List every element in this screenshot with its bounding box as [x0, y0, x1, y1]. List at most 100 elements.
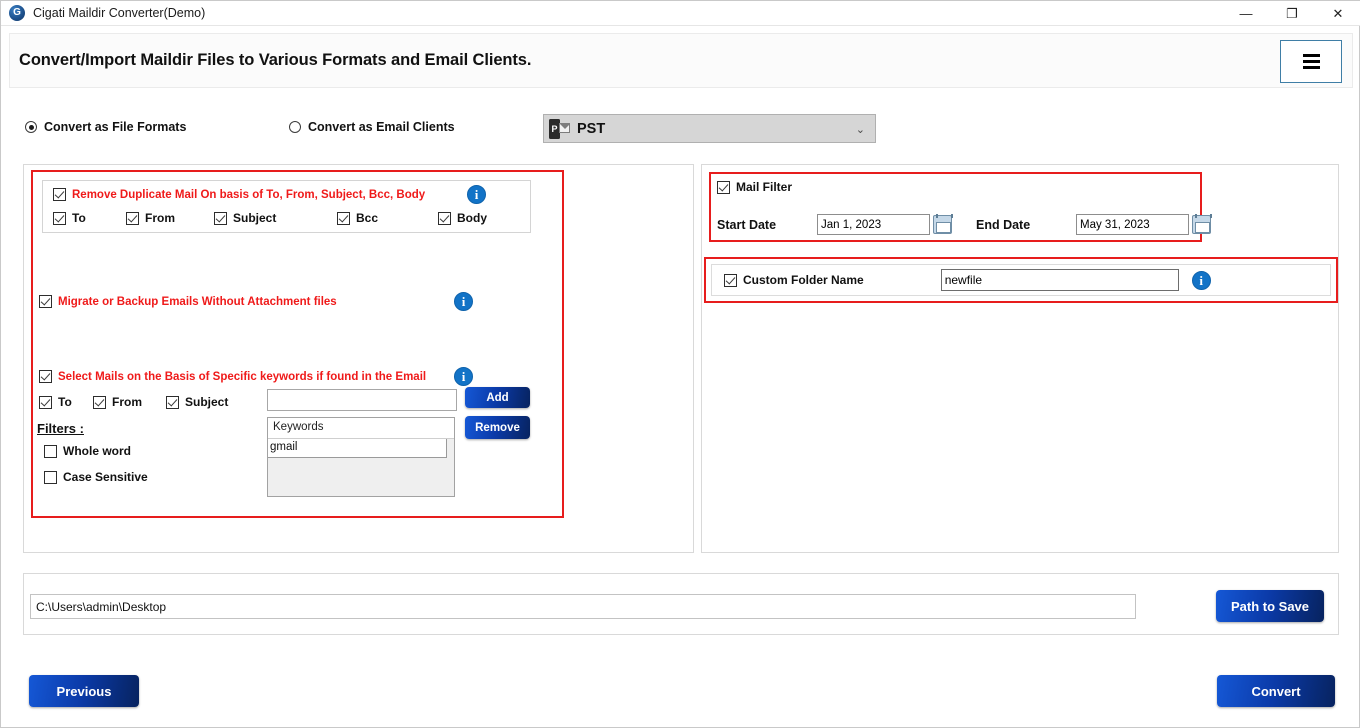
page-title: Convert/Import Maildir Files to Various …: [19, 51, 532, 69]
select-by-keywords-label: Select Mails on the Basis of Specific ke…: [58, 370, 427, 383]
keywords-info-icon[interactable]: i: [454, 367, 473, 386]
custom-folder-checkbox-box: [724, 273, 737, 287]
right-options-panel: Mail Filter Start Date End Date Custom F…: [701, 164, 1339, 553]
dup-field-to[interactable]: To: [53, 211, 126, 225]
application-window: G Cigati Maildir Converter(Demo) — ❐ ✕ C…: [0, 0, 1360, 728]
custom-folder-info-icon[interactable]: i: [1191, 270, 1211, 290]
custom-folder-checkbox[interactable]: Custom Folder Name: [724, 273, 864, 287]
migrate-checkbox-box: [39, 295, 52, 308]
keywords-list[interactable]: Keywords gmail: [267, 417, 455, 497]
chevron-down-icon: ⌄: [855, 124, 865, 136]
format-select-dropdown[interactable]: P PST ⌄: [543, 114, 876, 143]
dup-field-subject-label: Subject: [233, 211, 277, 225]
title-bar: G Cigati Maildir Converter(Demo) — ❐ ✕: [1, 1, 1360, 26]
keyword-field-to-label: To: [58, 395, 72, 409]
remove-keyword-button[interactable]: Remove: [465, 416, 530, 439]
mail-filter-checkbox-box: [717, 180, 730, 194]
custom-folder-input[interactable]: [940, 269, 1179, 291]
hamburger-menu-icon[interactable]: [1280, 40, 1342, 83]
filter-case-sensitive-box: [44, 470, 57, 484]
keyword-field-from-label: From: [112, 395, 142, 409]
filter-whole-word[interactable]: Whole word: [44, 444, 131, 458]
mail-filter-highlight-box: Mail Filter Start Date End Date: [709, 172, 1212, 242]
keyword-input[interactable]: [267, 389, 457, 411]
radio-email-clients-label: Convert as Email Clients: [308, 120, 455, 134]
dup-field-body[interactable]: Body: [438, 211, 487, 225]
window-title: Cigati Maildir Converter(Demo): [33, 6, 206, 20]
keyword-field-to[interactable]: To: [39, 395, 93, 409]
window-controls: — ❐ ✕: [1223, 1, 1360, 26]
keyword-field-from-box: [93, 395, 106, 409]
left-highlight-box: Remove Duplicate Mail On basis of To, Fr…: [31, 170, 564, 518]
end-date-input[interactable]: [1076, 214, 1189, 235]
add-keyword-button[interactable]: Add: [465, 387, 530, 408]
select-by-keywords-checkbox[interactable]: Select Mails on the Basis of Specific ke…: [39, 370, 426, 383]
migrate-label: Migrate or Backup Emails Without Attachm…: [58, 295, 337, 308]
radio-file-formats-label: Convert as File Formats: [44, 120, 187, 134]
minimize-button[interactable]: —: [1223, 1, 1269, 26]
migrate-info-icon[interactable]: i: [454, 292, 473, 311]
mail-filter-date-row: Start Date End Date: [717, 214, 1212, 235]
save-path-bar: Path to Save: [23, 573, 1339, 635]
end-date-label: End Date: [976, 217, 1031, 232]
radio-convert-as-file-formats[interactable]: Convert as File Formats: [25, 120, 186, 134]
custom-folder-group: Custom Folder Name i: [711, 264, 1331, 296]
pst-file-icon: P: [549, 118, 570, 139]
dup-field-to-box: [53, 211, 66, 225]
keyword-field-subject[interactable]: Subject: [166, 395, 228, 409]
keyword-field-subject-box: [166, 395, 179, 409]
app-logo-icon: G: [9, 5, 25, 21]
dup-field-to-label: To: [72, 211, 86, 225]
migrate-without-attachment-checkbox[interactable]: Migrate or Backup Emails Without Attachm…: [39, 295, 337, 308]
mail-filter-title: Mail Filter: [736, 180, 793, 194]
left-options-panel: Remove Duplicate Mail On basis of To, Fr…: [23, 164, 694, 553]
dup-field-from-box: [126, 211, 139, 225]
convert-button[interactable]: Convert: [1217, 675, 1335, 707]
conversion-mode-row: Convert as File Formats Convert as Email…: [1, 114, 1360, 154]
format-select-value: PST: [577, 120, 606, 137]
dup-field-body-label: Body: [457, 211, 487, 225]
path-to-save-button[interactable]: Path to Save: [1216, 590, 1324, 622]
select-by-keywords-checkbox-box: [39, 370, 52, 383]
dup-field-from[interactable]: From: [126, 211, 214, 225]
filter-case-sensitive[interactable]: Case Sensitive: [44, 470, 148, 484]
dup-field-bcc[interactable]: Bcc: [337, 211, 438, 225]
start-date-input[interactable]: [817, 214, 930, 235]
dup-field-from-label: From: [145, 211, 175, 225]
remove-duplicate-group: Remove Duplicate Mail On basis of To, Fr…: [42, 180, 531, 233]
keyword-field-from[interactable]: From: [93, 395, 166, 409]
start-date-label: Start Date: [717, 217, 777, 232]
dup-field-bcc-box: [337, 211, 350, 225]
remove-duplicate-fields: To From Subject Bcc Body: [53, 211, 523, 225]
remove-duplicate-label: Remove Duplicate Mail On basis of To, Fr…: [72, 188, 426, 201]
keywords-list-header: Keywords: [268, 418, 454, 439]
remove-duplicate-info-icon[interactable]: i: [467, 185, 486, 204]
list-item[interactable]: gmail: [268, 439, 447, 458]
radio-email-clients-indicator: [289, 121, 301, 133]
keyword-field-subject-label: Subject: [185, 395, 229, 409]
hamburger-bars: [1302, 54, 1320, 69]
maximize-button[interactable]: ❐: [1269, 1, 1315, 26]
dup-field-bcc-label: Bcc: [356, 211, 379, 225]
mail-filter-checkbox[interactable]: Mail Filter: [717, 180, 792, 194]
end-date-calendar-icon[interactable]: [1192, 214, 1212, 234]
filter-case-sensitive-label: Case Sensitive: [63, 470, 148, 484]
dup-field-body-box: [438, 211, 451, 225]
keyword-field-to-box: [39, 395, 52, 409]
filter-whole-word-box: [44, 444, 57, 458]
filters-label: Filters :: [37, 421, 84, 436]
page-header: Convert/Import Maildir Files to Various …: [9, 33, 1353, 88]
filter-whole-word-label: Whole word: [63, 444, 131, 458]
dup-field-subject[interactable]: Subject: [214, 211, 337, 225]
radio-convert-as-email-clients[interactable]: Convert as Email Clients: [289, 120, 455, 134]
dup-field-subject-box: [214, 211, 227, 225]
start-date-calendar-icon[interactable]: [933, 214, 953, 234]
keyword-field-checkboxes: To From Subject: [39, 395, 228, 409]
remove-duplicate-checkbox[interactable]: Remove Duplicate Mail On basis of To, Fr…: [53, 188, 425, 201]
custom-folder-label: Custom Folder Name: [743, 273, 864, 287]
remove-duplicate-checkbox-box: [53, 188, 66, 201]
radio-file-formats-indicator: [25, 121, 37, 133]
previous-button[interactable]: Previous: [29, 675, 139, 707]
save-path-input[interactable]: [30, 594, 1136, 619]
close-button[interactable]: ✕: [1315, 1, 1360, 26]
